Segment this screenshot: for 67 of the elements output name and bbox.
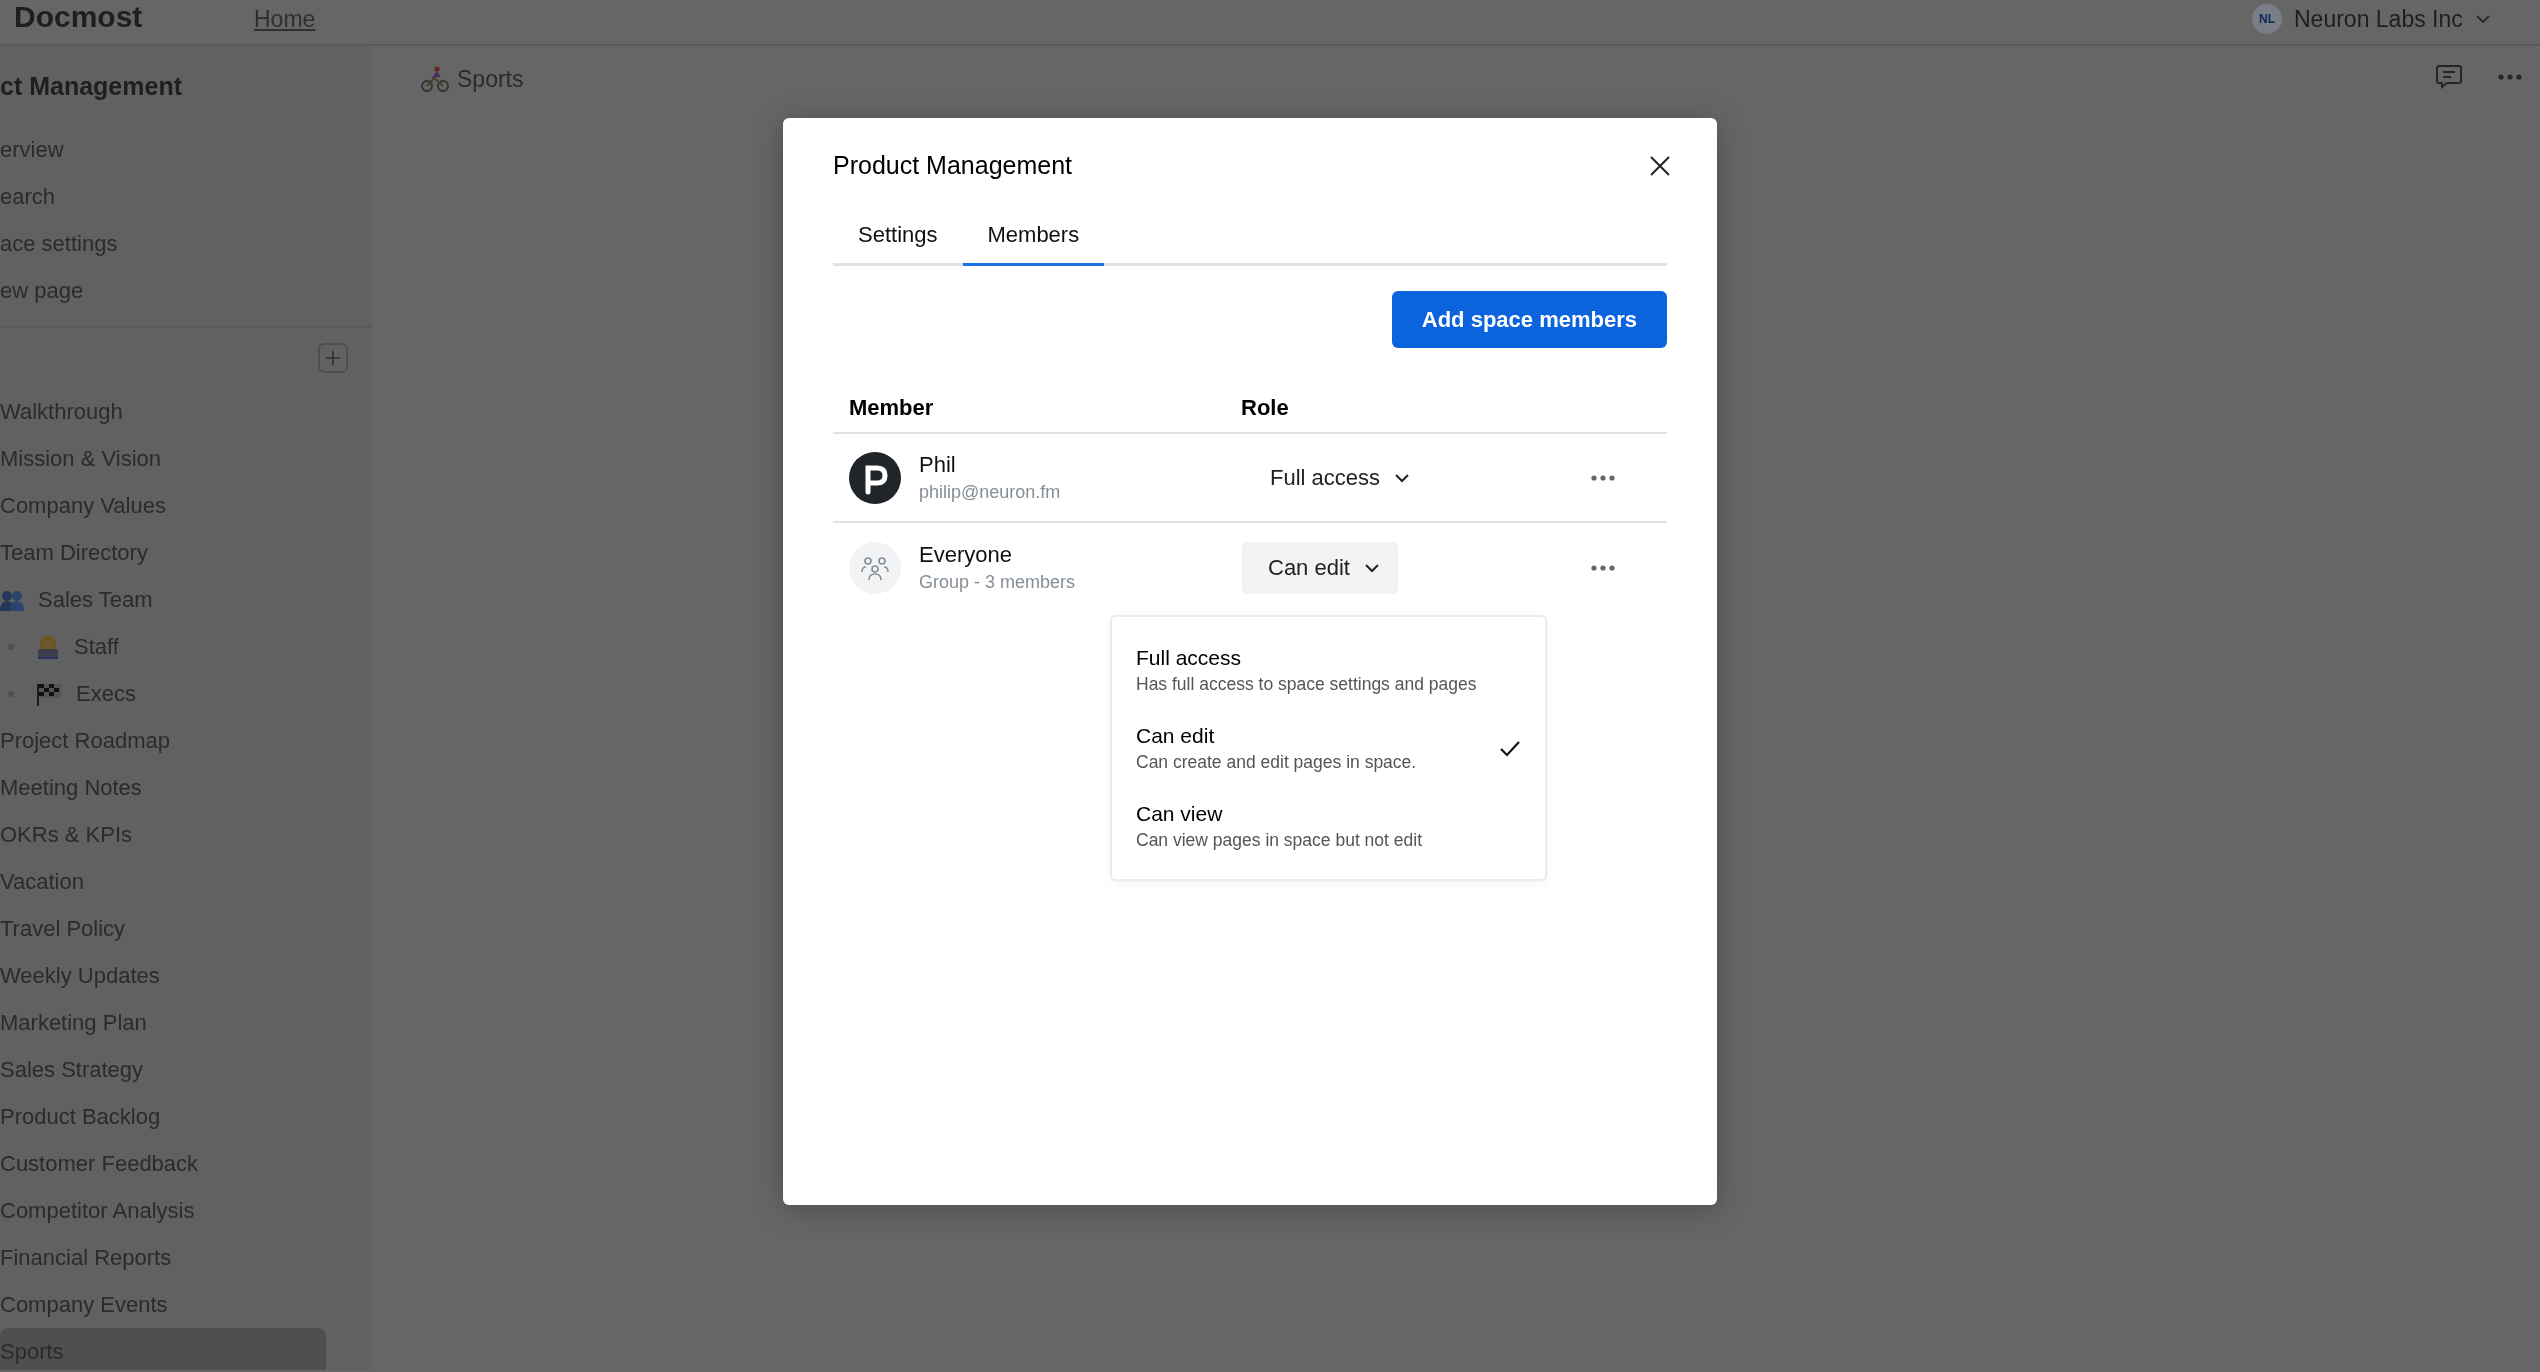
member-detail: Group - 3 members [919,570,1076,594]
page-tree-item[interactable]: Travel Policy [0,905,326,952]
page-tree-item[interactable]: Vacation [0,858,326,905]
user-avatar [849,451,901,504]
plus-icon [325,350,341,366]
option-label: Full access [1136,645,1243,671]
add-page-button[interactable] [318,343,348,373]
page-tree-item[interactable]: Company Values [0,482,326,529]
role-option[interactable]: Can view Can view pages in space but not edit [1112,787,1545,865]
page-tree-item[interactable]: Staff [0,623,326,670]
column-header: Role [1240,394,1289,422]
more-icon[interactable] [2498,73,2522,80]
page-tree-item[interactable]: Team Directory [0,529,326,576]
member-detail: philip@neuron.fm [919,480,1061,504]
page-tree-item[interactable]: Weekly Updates [0,952,326,999]
member-name: Phil [919,450,957,479]
option-label: Can edit [1136,723,1216,749]
page-tree-item[interactable]: Execs [0,670,326,717]
page-tree-item[interactable]: Product Backlog [0,1093,326,1140]
chevron-icon [1394,472,1411,483]
sidebar-menu-item[interactable]: erview [0,126,372,173]
page-tree-item[interactable]: Meeting Notes [0,764,326,811]
page-tree-item[interactable]: Sales Strategy [0,1046,326,1093]
comment-icon[interactable] [2436,64,2462,89]
page-tree-item[interactable]: Sales Team [0,576,326,623]
role-option[interactable]: Can edit Can create and edit pages in space. [1112,709,1545,787]
workspace-name[interactable]: Neuron Labs Inc [2294,4,2463,34]
page-tree-item[interactable]: Walkthrough [0,388,326,435]
page-tree-item[interactable]: OKRs & KPIs [0,811,326,858]
role-option[interactable]: Full access Has full access to space settings and pages [1112,631,1545,709]
page-tree-item[interactable]: Financial Reports [0,1234,326,1281]
dialog-title: Product Management [833,150,1073,182]
column-header: Member [848,394,935,422]
chevron-icon[interactable] [2474,14,2491,24]
cyclist-icon [421,66,449,93]
option-description: Has full access to space settings and pages [1136,673,1477,696]
page-tree-item[interactable]: Marketing Plan [0,999,326,1046]
role-dropdown[interactable]: Can edit [1242,541,1398,594]
nav-link[interactable]: Home [254,4,316,34]
group-avatar [849,541,901,594]
sidebar-menu-item[interactable]: ew page [0,267,372,314]
space-title: ct Management [0,71,183,102]
close-icon [1649,155,1671,177]
chevron-icon [1363,562,1380,573]
member-name: Everyone [919,540,1013,569]
workspace-avatar: NL [2252,4,2282,34]
people-icon [0,588,24,611]
app-logo[interactable]: Docmost [14,0,143,34]
page-tree-item[interactable]: Project Roadmap [0,717,326,764]
checkered-flag-icon [36,681,62,706]
option-description: Can create and edit pages in space. [1136,751,1417,774]
page-tree-item[interactable]: Company Events [0,1281,326,1328]
breadcrumb-link[interactable]: Sports [457,62,524,97]
person-laptop-icon [36,633,60,660]
add-members-button[interactable]: Add space members [1391,291,1667,348]
tab[interactable]: Members [962,218,1105,266]
more-icon [1591,564,1615,571]
option-label: Can view [1136,801,1224,827]
sidebar-menu-item[interactable]: ace settings [0,220,372,267]
option-description: Can view pages in space but not edit [1136,829,1422,852]
role-dropdown[interactable]: Full access [1242,451,1429,504]
more-icon [1591,474,1615,481]
page-tree-item[interactable]: Mission & Vision [0,435,326,482]
page-tree-item[interactable]: Customer Feedback [0,1140,326,1187]
tab[interactable]: Settings [833,218,963,266]
page-tree-item[interactable]: Competitor Analysis [0,1187,326,1234]
sidebar-menu-item[interactable]: earch [0,173,372,220]
